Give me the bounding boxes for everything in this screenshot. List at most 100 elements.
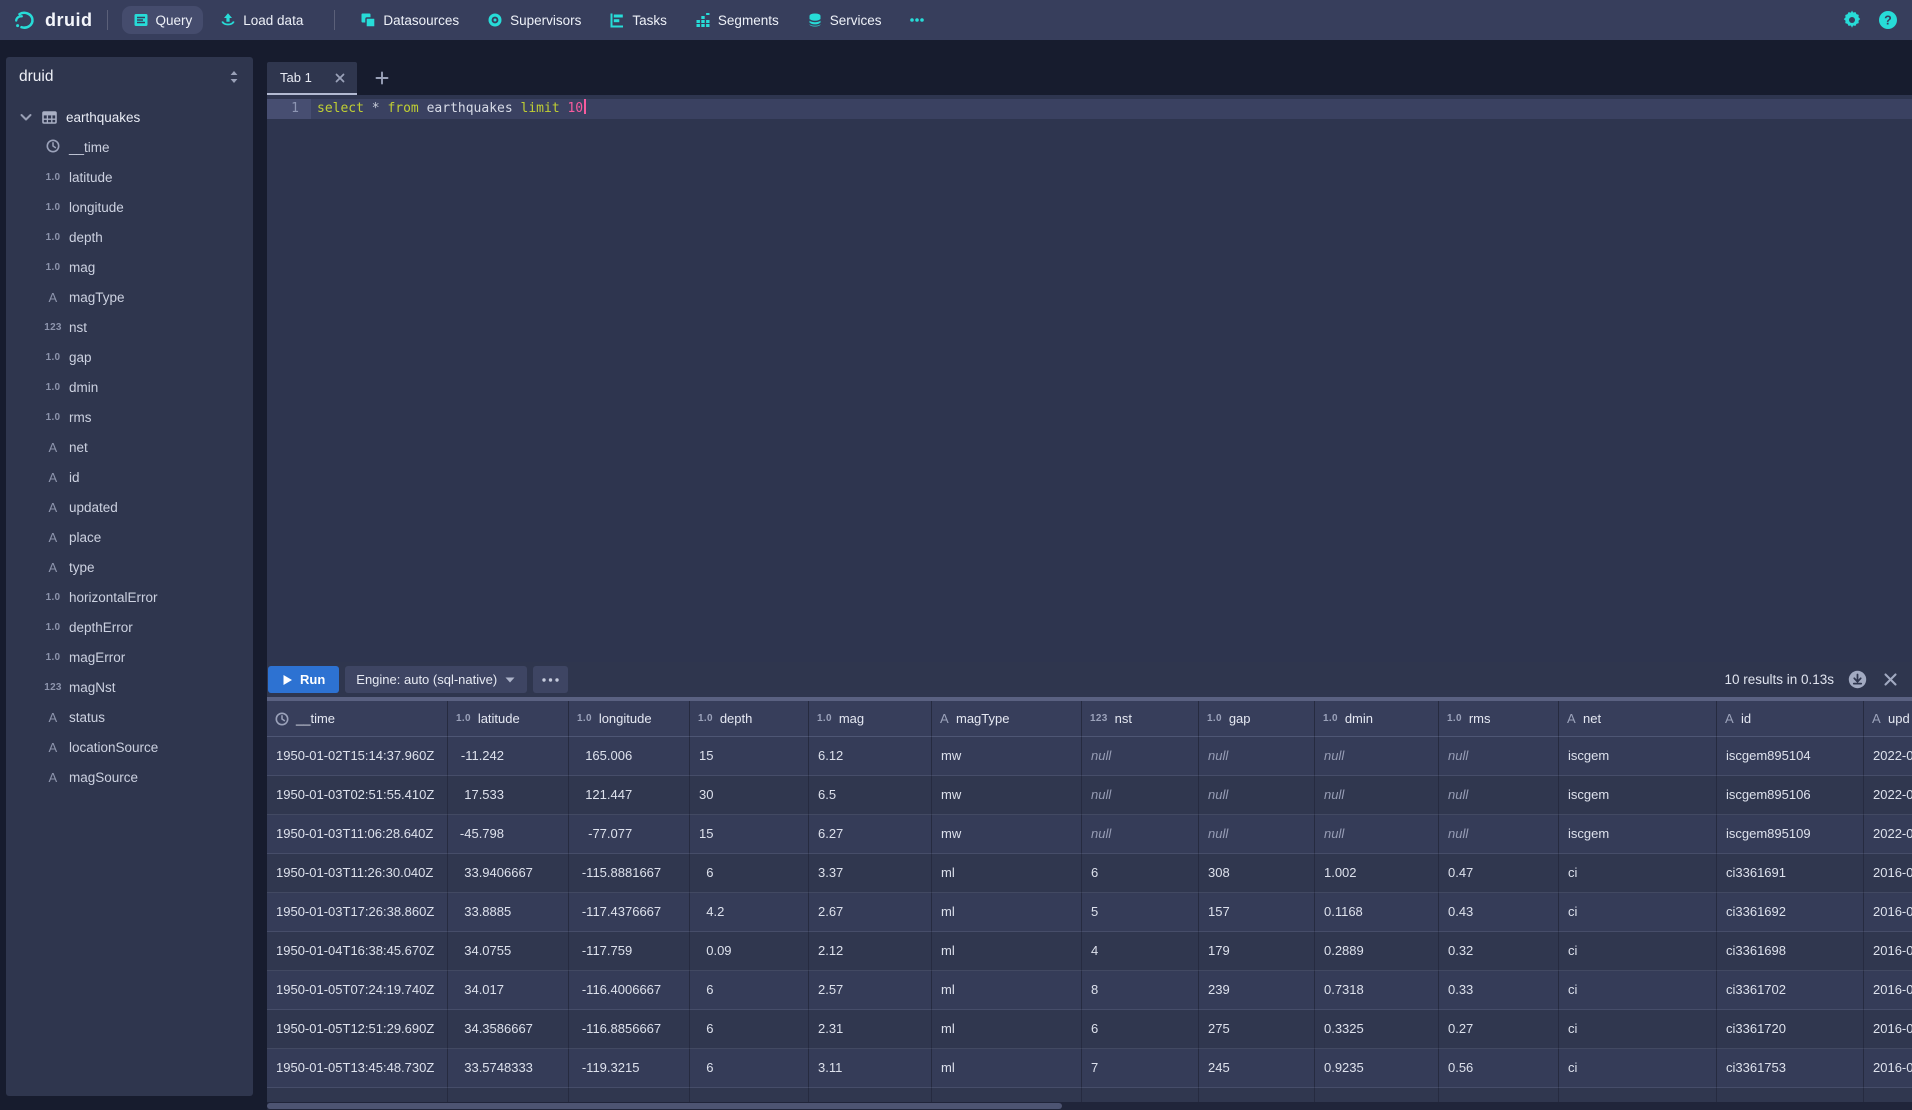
cell-rms[interactable]: 0.33: [1439, 971, 1559, 1010]
cell-rms[interactable]: 0.56: [1439, 1049, 1559, 1088]
results-header-rms[interactable]: 1.0rms: [1439, 701, 1559, 737]
cell-magType[interactable]: ml: [932, 1049, 1082, 1088]
cell-gap[interactable]: null: [1199, 776, 1315, 815]
cell-net[interactable]: iscgem: [1559, 737, 1717, 776]
cell-upd[interactable]: 2022-0: [1864, 776, 1912, 815]
cell-gap[interactable]: 179: [1199, 932, 1315, 971]
cell-latitude[interactable]: [448, 1088, 569, 1102]
nav-item-more[interactable]: [898, 6, 936, 34]
cell-magType[interactable]: [932, 1088, 1082, 1102]
cell-nst[interactable]: 7: [1082, 1049, 1199, 1088]
cell-dmin[interactable]: 0.1168: [1315, 893, 1439, 932]
cell-depth[interactable]: 4.2: [690, 893, 809, 932]
cell-rms[interactable]: null: [1439, 776, 1559, 815]
cell-__time[interactable]: [267, 1088, 448, 1102]
cell-__time[interactable]: 1950-01-03T11:26:30.040Z: [267, 854, 448, 893]
horizontal-scrollbar-thumb[interactable]: [267, 1103, 1062, 1109]
cell-depth[interactable]: 15: [690, 737, 809, 776]
cell-dmin[interactable]: null: [1315, 737, 1439, 776]
cell-mag[interactable]: 2.67: [809, 893, 932, 932]
cell-id[interactable]: ci3361698: [1717, 932, 1864, 971]
tree-column-magNst[interactable]: 123magNst: [6, 672, 253, 702]
cell-longitude[interactable]: 121.447: [569, 776, 690, 815]
cell-id[interactable]: ci3361753: [1717, 1049, 1864, 1088]
query-more-button[interactable]: [533, 666, 568, 693]
cell-latitude[interactable]: -45.798: [448, 815, 569, 854]
cell-mag[interactable]: 2.12: [809, 932, 932, 971]
cell-magType[interactable]: ml: [932, 1010, 1082, 1049]
cell-longitude[interactable]: -117.759: [569, 932, 690, 971]
cell-depth[interactable]: 30: [690, 776, 809, 815]
cell-nst[interactable]: null: [1082, 776, 1199, 815]
sql-text[interactable]: select * from earthquakes limit 10: [311, 99, 1912, 119]
tab-close-icon[interactable]: [332, 70, 348, 86]
tree-column-magType[interactable]: AmagType: [6, 282, 253, 312]
cell-depth[interactable]: 6: [690, 1010, 809, 1049]
nav-item-services[interactable]: Services: [796, 6, 893, 34]
cell-id[interactable]: ci3361702: [1717, 971, 1864, 1010]
cell-mag[interactable]: 2.57: [809, 971, 932, 1010]
cell-dmin[interactable]: 0.7318: [1315, 971, 1439, 1010]
cell-magType[interactable]: ml: [932, 971, 1082, 1010]
cell-nst[interactable]: 8: [1082, 971, 1199, 1010]
cell-rms[interactable]: null: [1439, 737, 1559, 776]
cell-__time[interactable]: 1950-01-05T12:51:29.690Z: [267, 1010, 448, 1049]
cell-rms[interactable]: 0.43: [1439, 893, 1559, 932]
cell-upd[interactable]: [1864, 1088, 1912, 1102]
cell-latitude[interactable]: 17.533: [448, 776, 569, 815]
cell-mag[interactable]: 2.31: [809, 1010, 932, 1049]
results-header-dmin[interactable]: 1.0dmin: [1315, 701, 1439, 737]
cell-nst[interactable]: null: [1082, 815, 1199, 854]
add-tab-button[interactable]: [367, 63, 397, 93]
tree-column-mag[interactable]: 1.0mag: [6, 252, 253, 282]
cell-id[interactable]: ci3361720: [1717, 1010, 1864, 1049]
cell-__time[interactable]: 1950-01-03T02:51:55.410Z: [267, 776, 448, 815]
cell-depth[interactable]: 6: [690, 971, 809, 1010]
cell-gap[interactable]: [1199, 1088, 1315, 1102]
cell-longitude[interactable]: 165.006: [569, 737, 690, 776]
cell-id[interactable]: ci3361692: [1717, 893, 1864, 932]
cell-__time[interactable]: 1950-01-05T07:24:19.740Z: [267, 971, 448, 1010]
engine-select-button[interactable]: Engine: auto (sql-native): [345, 666, 527, 693]
cell-net[interactable]: ci: [1559, 1010, 1717, 1049]
download-icon[interactable]: [1848, 670, 1867, 689]
cell-nst[interactable]: 4: [1082, 932, 1199, 971]
tab-query-1[interactable]: Tab 1: [267, 62, 357, 95]
cell-latitude[interactable]: -11.242: [448, 737, 569, 776]
cell-longitude[interactable]: -117.4376667: [569, 893, 690, 932]
cell-rms[interactable]: 0.47: [1439, 854, 1559, 893]
tree-column-rms[interactable]: 1.0rms: [6, 402, 253, 432]
cell-longitude[interactable]: -116.4006667: [569, 971, 690, 1010]
cell-latitude[interactable]: 34.0755: [448, 932, 569, 971]
cell-__time[interactable]: 1950-01-03T17:26:38.860Z: [267, 893, 448, 932]
tree-column-depthError[interactable]: 1.0depthError: [6, 612, 253, 642]
cell-__time[interactable]: 1950-01-04T16:38:45.670Z: [267, 932, 448, 971]
cell-magType[interactable]: ml: [932, 854, 1082, 893]
cell-longitude[interactable]: -77.077: [569, 815, 690, 854]
tree-column-longitude[interactable]: 1.0longitude: [6, 192, 253, 222]
cell-depth[interactable]: 15: [690, 815, 809, 854]
horizontal-scrollbar[interactable]: [267, 1102, 1912, 1110]
tree-column-id[interactable]: Aid: [6, 462, 253, 492]
results-header-magType[interactable]: AmagType: [932, 701, 1082, 737]
cell-mag[interactable]: 3.37: [809, 854, 932, 893]
run-button[interactable]: Run: [268, 666, 339, 693]
cell-magType[interactable]: ml: [932, 932, 1082, 971]
druid-logo[interactable]: druid: [12, 7, 93, 33]
cell-dmin[interactable]: 0.2889: [1315, 932, 1439, 971]
cell-depth[interactable]: 6: [690, 1049, 809, 1088]
cell-net[interactable]: iscgem: [1559, 815, 1717, 854]
cell-gap[interactable]: null: [1199, 737, 1315, 776]
cell-latitude[interactable]: 34.017: [448, 971, 569, 1010]
tree-column-__time[interactable]: __time: [6, 132, 253, 162]
cell-mag[interactable]: 3.11: [809, 1049, 932, 1088]
cell-depth[interactable]: 6: [690, 854, 809, 893]
cell-longitude[interactable]: -115.8881667: [569, 854, 690, 893]
cell-upd[interactable]: 2016-0: [1864, 1049, 1912, 1088]
cell-dmin[interactable]: 1.002: [1315, 854, 1439, 893]
cell-mag[interactable]: 6.12: [809, 737, 932, 776]
cell-gap[interactable]: 308: [1199, 854, 1315, 893]
gear-icon[interactable]: [1842, 10, 1862, 30]
cell-id[interactable]: iscgem895109: [1717, 815, 1864, 854]
cell-id[interactable]: [1717, 1088, 1864, 1102]
